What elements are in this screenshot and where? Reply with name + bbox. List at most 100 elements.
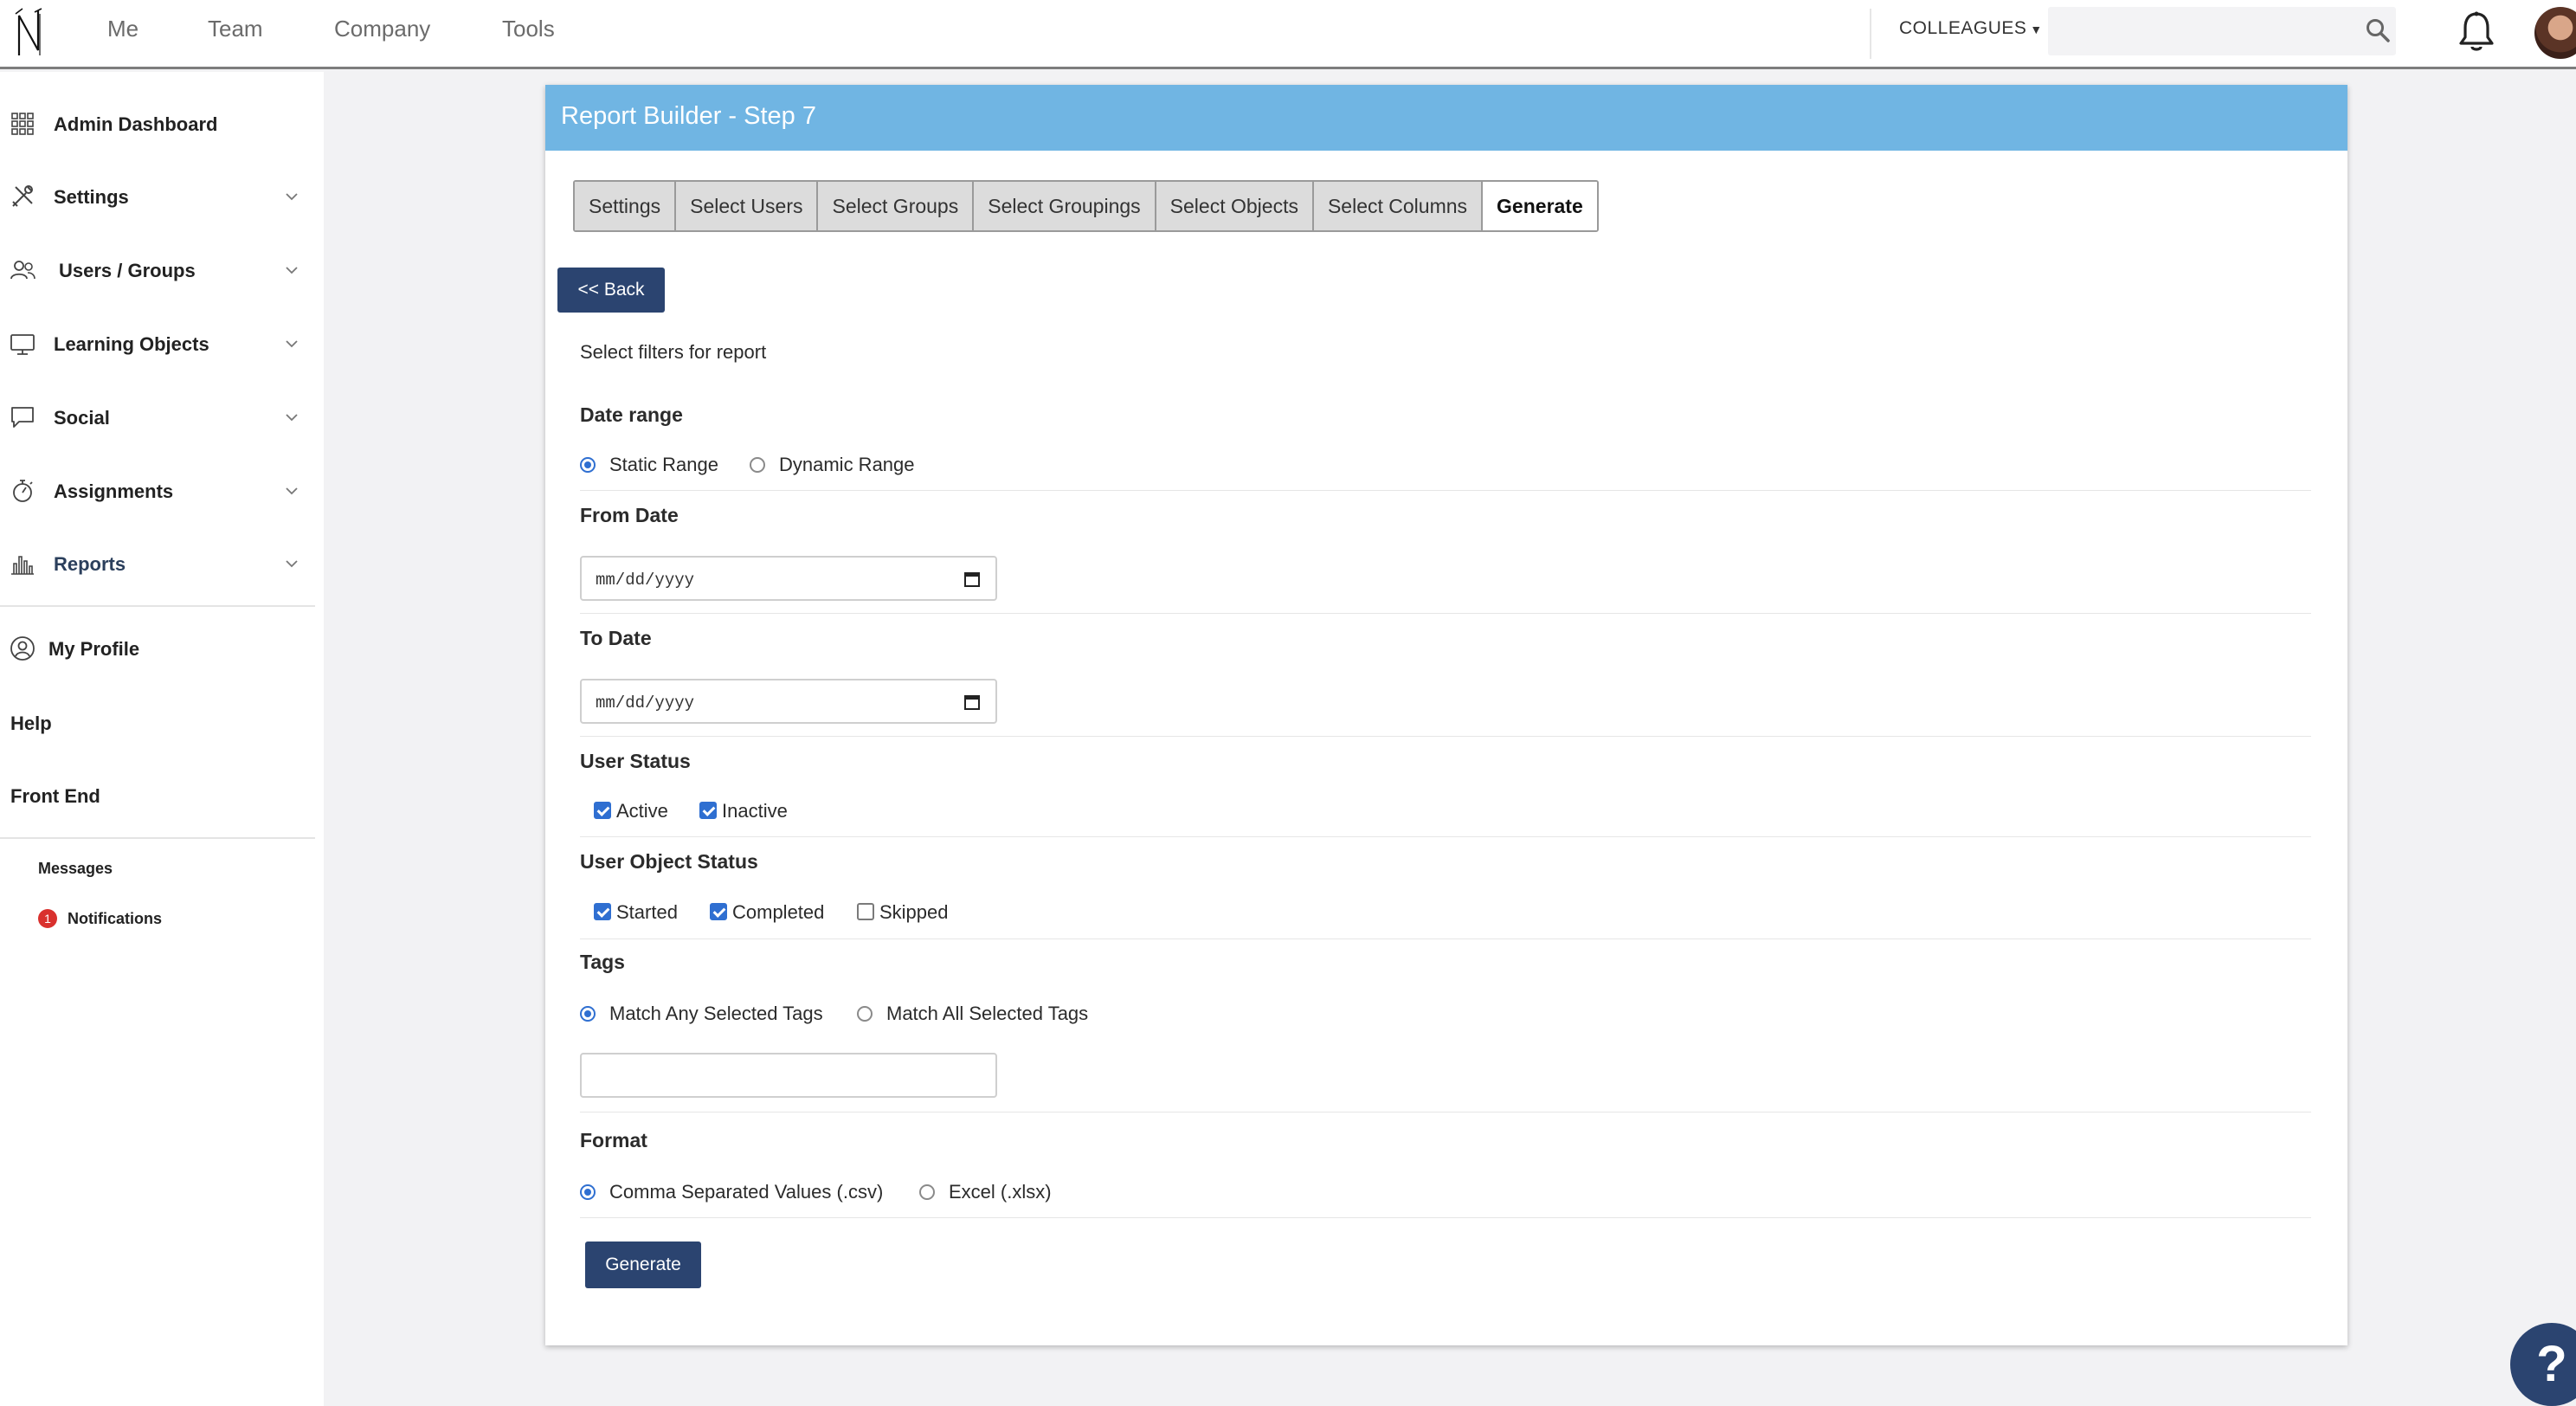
match-all-tags-radio[interactable]: Match All Selected Tags <box>857 1003 1088 1025</box>
speech-bubble-icon <box>11 407 34 428</box>
radio-unselected[interactable] <box>750 457 765 473</box>
search-input[interactable] <box>2048 7 2396 55</box>
active-label: Active <box>616 800 668 822</box>
calendar-icon[interactable] <box>963 570 982 589</box>
generate-button[interactable]: Generate <box>585 1242 701 1288</box>
radio-unselected[interactable] <box>919 1184 935 1200</box>
sidebar-item-my-profile[interactable]: My Profile <box>0 622 324 674</box>
from-date-value: mm/dd/yyyy <box>596 571 695 590</box>
step-tabs: Settings Select Users Select Groups Sele… <box>573 180 1599 232</box>
sidebar-divider <box>0 605 315 607</box>
sidebar-item-label: Social <box>54 407 110 429</box>
sidebar-item-assignments[interactable]: Assignments <box>0 465 324 517</box>
xlsx-format-radio[interactable]: Excel (.xlsx) <box>919 1181 1052 1203</box>
chevron-down-icon <box>286 487 298 495</box>
sidebar-item-label: Reports <box>54 553 126 575</box>
chevron-down-icon <box>286 193 298 201</box>
sidebar: Admin Dashboard Settings Users / Groups … <box>0 72 324 1406</box>
inactive-label: Inactive <box>722 800 788 822</box>
stopwatch-icon <box>13 480 33 502</box>
tab-select-columns[interactable]: Select Columns <box>1313 182 1484 230</box>
user-circle-icon <box>10 636 35 661</box>
inactive-checkbox[interactable]: Inactive <box>699 800 788 822</box>
to-date-input[interactable]: mm/dd/yyyy <box>580 679 997 724</box>
skipped-checkbox[interactable]: Skipped <box>857 901 949 924</box>
checkbox-unchecked[interactable] <box>857 903 874 920</box>
bar-chart-icon <box>11 556 34 575</box>
back-button[interactable]: << Back <box>557 268 665 313</box>
checkbox-checked[interactable] <box>594 903 611 920</box>
tab-select-objects[interactable]: Select Objects <box>1156 182 1314 230</box>
logo-icon[interactable] <box>12 5 47 61</box>
sidebar-item-help[interactable]: Help <box>10 713 52 735</box>
tab-select-groups[interactable]: Select Groups <box>818 182 975 230</box>
tab-select-users[interactable]: Select Users <box>676 182 819 230</box>
radio-selected[interactable] <box>580 1184 596 1200</box>
skipped-label: Skipped <box>879 901 949 923</box>
dynamic-range-radio[interactable]: Dynamic Range <box>750 454 915 476</box>
nav-team[interactable]: Team <box>208 16 263 42</box>
top-divider <box>1870 9 1871 59</box>
panel-header: Report Builder - Step 7 <box>545 85 2347 151</box>
colleagues-label: COLLEAGUES <box>1899 18 2027 38</box>
row-divider <box>580 490 2311 491</box>
to-date-value: mm/dd/yyyy <box>596 693 695 713</box>
sidebar-item-messages[interactable]: Messages <box>38 860 113 878</box>
match-any-tags-label: Match Any Selected Tags <box>609 1003 823 1024</box>
from-date-input[interactable]: mm/dd/yyyy <box>580 556 997 601</box>
tags-input[interactable] <box>580 1053 997 1098</box>
sidebar-item-settings[interactable]: Settings <box>0 171 324 223</box>
chevron-down-icon <box>286 414 298 422</box>
avatar[interactable] <box>2534 7 2576 59</box>
sidebar-item-label: Settings <box>54 186 129 208</box>
sidebar-item-reports[interactable]: Reports <box>0 538 324 590</box>
tab-select-groupings[interactable]: Select Groupings <box>974 182 1156 230</box>
tags-label: Tags <box>580 951 625 973</box>
checkbox-checked[interactable] <box>699 802 717 819</box>
checkbox-checked[interactable] <box>594 802 611 819</box>
row-divider <box>580 938 2311 939</box>
tab-settings[interactable]: Settings <box>575 182 677 230</box>
user-status-label: User Status <box>580 750 691 772</box>
sidebar-item-notifications[interactable]: Notifications <box>68 910 162 928</box>
colleagues-dropdown[interactable]: COLLEAGUES ▼ <box>1899 18 2043 39</box>
help-button[interactable]: ? <box>2510 1323 2576 1406</box>
completed-checkbox[interactable]: Completed <box>710 901 824 924</box>
checkbox-checked[interactable] <box>710 903 727 920</box>
sidebar-item-label: My Profile <box>48 638 140 660</box>
dynamic-range-label: Dynamic Range <box>779 454 915 475</box>
chevron-down-icon <box>286 267 298 274</box>
csv-format-radio[interactable]: Comma Separated Values (.csv) <box>580 1181 883 1203</box>
search-icon[interactable] <box>2365 17 2391 43</box>
monitor-icon <box>10 334 35 355</box>
completed-label: Completed <box>732 901 825 923</box>
started-checkbox[interactable]: Started <box>594 901 678 924</box>
sidebar-item-learning-objects[interactable]: Learning Objects <box>0 318 324 370</box>
sidebar-item-label: Learning Objects <box>54 333 209 355</box>
radio-selected[interactable] <box>580 457 596 473</box>
sidebar-item-social[interactable]: Social <box>0 391 324 443</box>
sidebar-item-users-groups[interactable]: Users / Groups <box>0 244 324 296</box>
match-any-tags-radio[interactable]: Match Any Selected Tags <box>580 1003 823 1025</box>
row-divider <box>580 836 2311 837</box>
static-range-label: Static Range <box>609 454 718 475</box>
top-bar: Me Team Company Tools COLLEAGUES ▼ <box>0 0 2576 69</box>
sidebar-divider <box>0 837 315 839</box>
nav-company[interactable]: Company <box>334 16 430 42</box>
radio-selected[interactable] <box>580 1006 596 1022</box>
tab-generate[interactable]: Generate <box>1483 182 1597 230</box>
bell-icon[interactable] <box>2457 10 2496 54</box>
nav-me[interactable]: Me <box>107 16 138 42</box>
active-checkbox[interactable]: Active <box>594 800 668 822</box>
sidebar-item-front-end[interactable]: Front End <box>10 785 100 808</box>
radio-unselected[interactable] <box>857 1006 873 1022</box>
match-all-tags-label: Match All Selected Tags <box>886 1003 1089 1024</box>
nav-tools[interactable]: Tools <box>502 16 555 42</box>
from-date-label: From Date <box>580 504 679 526</box>
static-range-radio[interactable]: Static Range <box>580 454 718 476</box>
page-title: Report Builder - Step 7 <box>561 102 816 130</box>
row-divider <box>580 1112 2311 1113</box>
sidebar-item-admin-dashboard[interactable]: Admin Dashboard <box>0 98 324 150</box>
chevron-down-icon <box>286 340 298 348</box>
calendar-icon[interactable] <box>963 693 982 712</box>
